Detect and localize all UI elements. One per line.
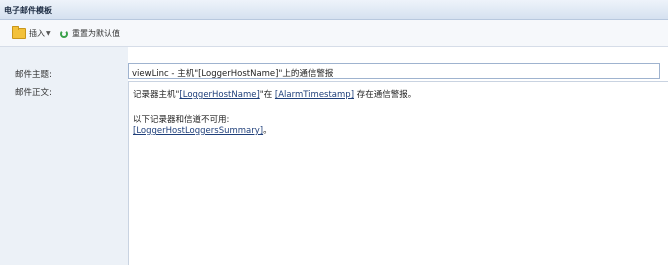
placeholder-alarm-timestamp: [AlarmTimestamp] — [274, 90, 355, 100]
chevron-down-icon: ▼ — [46, 30, 51, 37]
toolbar: 插入 ▼ 重置为默认值 — [0, 20, 668, 47]
insert-button[interactable]: 插入 ▼ — [12, 26, 53, 41]
body-line-3: [LoggerHostLoggersSummary]。 — [133, 124, 272, 136]
reset-default-button[interactable]: 重置为默认值 — [60, 26, 120, 41]
placeholder-loggers-summary: [LoggerHostLoggersSummary] — [133, 126, 264, 136]
placeholder-logger-host-name: [LoggerHostName] — [179, 90, 260, 100]
body-text: 记录器主机" — [133, 90, 180, 100]
body-text: 存在通信警报。 — [354, 90, 417, 100]
body-text: 。 — [263, 126, 272, 136]
body-text: "在 — [259, 90, 275, 100]
refresh-icon — [60, 29, 68, 38]
reset-label: 重置为默认值 — [72, 29, 120, 38]
window-title: 电子邮件模板 — [4, 6, 52, 15]
insert-label: 插入 — [29, 29, 45, 38]
window-titlebar: 电子邮件模板 — [0, 0, 668, 20]
subject-input[interactable]: viewLinc - 主机"[LoggerHostName]"上的通信警报 — [128, 63, 660, 79]
folder-icon — [12, 26, 26, 39]
subject-label: 邮件主题: — [15, 70, 52, 80]
body-editor[interactable]: 记录器主机"[LoggerHostName]"在 [AlarmTimestamp… — [128, 81, 668, 265]
body-line-1: 记录器主机"[LoggerHostName]"在 [AlarmTimestamp… — [133, 88, 416, 100]
body-label: 邮件正文: — [15, 88, 52, 98]
